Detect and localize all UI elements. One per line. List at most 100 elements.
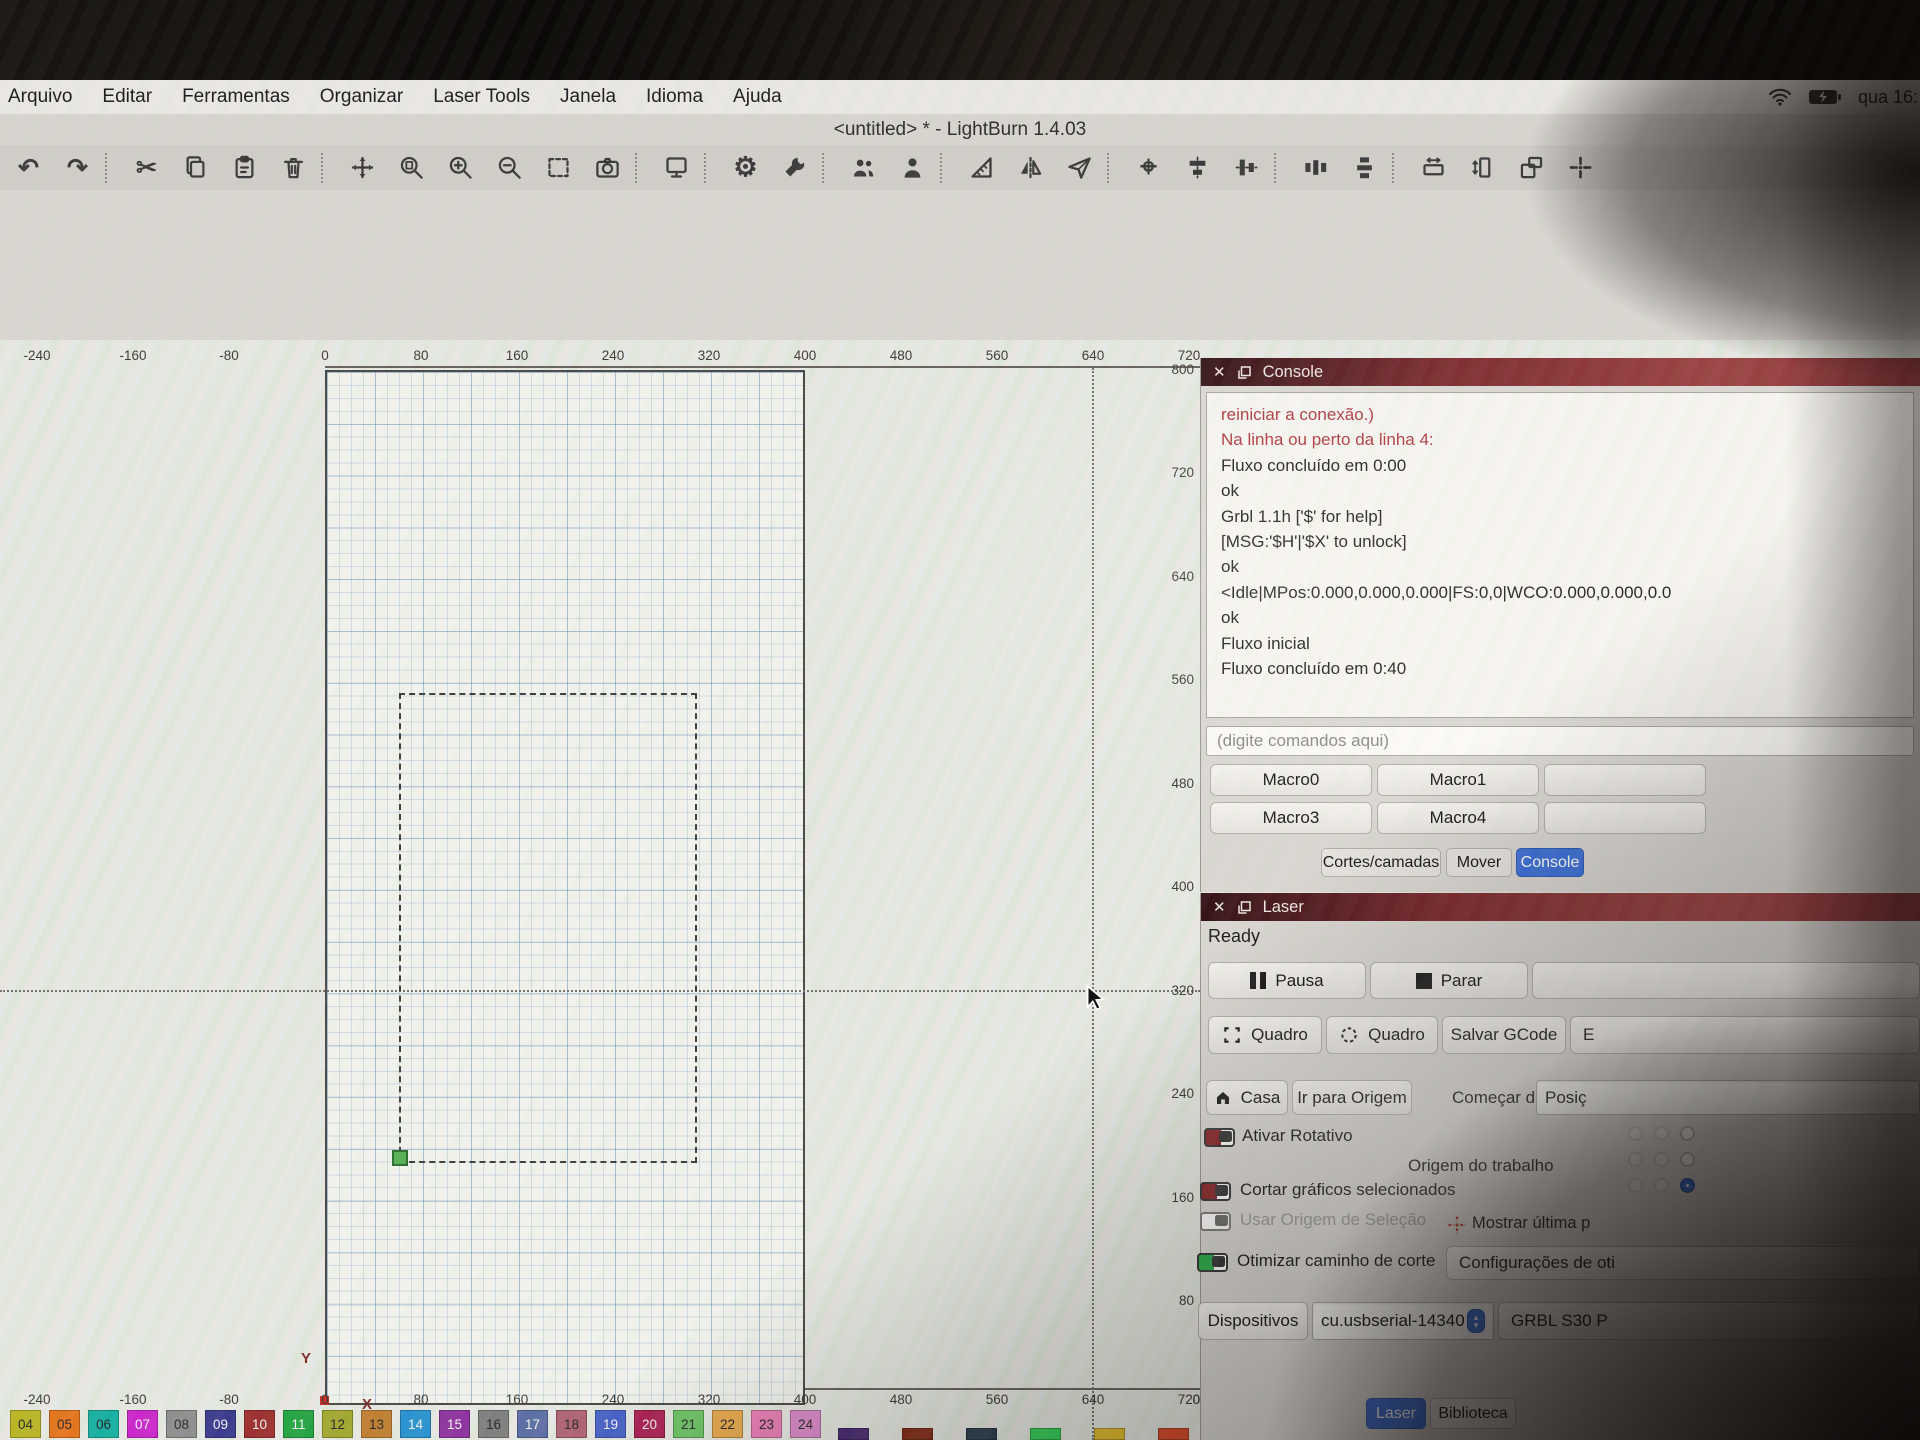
device-port-stepper[interactable]: ▴▾ [1467,1309,1485,1333]
tab-biblioteca[interactable]: Biblioteca [1430,1398,1516,1429]
close-icon[interactable]: ✕ [1213,365,1226,380]
job-origin-radio[interactable] [1628,1152,1643,1167]
job-origin-radio[interactable] [1654,1152,1669,1167]
match-size-icon[interactable] [1507,148,1556,188]
macro1-button[interactable]: Macro1 [1377,764,1539,796]
menu-arquivo[interactable]: Arquivo [8,86,72,108]
job-origin-radio[interactable] [1680,1126,1695,1141]
palette-swatch[interactable]: 05 [49,1410,80,1438]
macro4-button[interactable]: Macro4 [1377,802,1539,834]
palette-swatch[interactable]: 14 [400,1410,431,1438]
home-button[interactable]: Casa [1206,1080,1288,1115]
show-last-position-label[interactable]: Mostrar última p [1472,1214,1590,1233]
palette-swatch[interactable]: 17 [517,1410,548,1438]
job-origin-radio[interactable] [1680,1152,1695,1167]
close-icon[interactable]: ✕ [1213,900,1226,915]
tab-console[interactable]: Console [1516,848,1584,877]
frame-selection-icon[interactable] [534,148,583,188]
position-target-icon[interactable]: ⌖ [1124,148,1173,188]
menu-idioma[interactable]: Idioma [646,86,703,108]
pan-icon[interactable] [338,148,387,188]
frame-circle-button[interactable]: Quadro [1326,1016,1438,1054]
console-command-input[interactable] [1206,726,1914,756]
palette-swatch[interactable]: 12 [322,1410,353,1438]
optimization-settings-button[interactable]: Configurações de oti [1446,1246,1920,1280]
use-selection-origin-toggle[interactable] [1200,1212,1231,1231]
send-icon[interactable] [1055,148,1104,188]
measure-icon[interactable] [957,148,1006,188]
palette-swatch[interactable]: 08 [166,1410,197,1438]
start-button[interactable] [1532,962,1920,999]
zoom-out-icon[interactable] [485,148,534,188]
menu-ferramentas[interactable]: Ferramentas [182,86,290,108]
menu-organizar[interactable]: Organizar [320,86,403,108]
tab-mover[interactable]: Mover [1446,848,1512,877]
palette-swatch[interactable] [1094,1428,1125,1440]
monitor-icon[interactable] [652,148,701,188]
team-icon[interactable] [839,148,888,188]
device-settings-icon[interactable]: ⚙ [721,148,770,188]
match-height-icon[interactable] [1458,148,1507,188]
menu-janela[interactable]: Janela [560,86,616,108]
palette-swatch[interactable]: 11 [283,1410,314,1438]
job-origin-radio[interactable] [1680,1178,1695,1193]
paste-icon[interactable] [220,148,269,188]
palette-swatch[interactable] [1030,1428,1061,1440]
move-to-position-icon[interactable] [1556,148,1605,188]
start-from-select[interactable]: Posiç [1536,1080,1920,1115]
rotary-toggle[interactable] [1204,1128,1235,1147]
selection-origin-handle[interactable] [392,1150,408,1166]
zoom-in-icon[interactable] [436,148,485,188]
macro0-button[interactable]: Macro0 [1210,764,1372,796]
devices-button[interactable]: Dispositivos [1198,1302,1308,1340]
job-origin-radio[interactable] [1654,1178,1669,1193]
palette-swatch[interactable] [838,1428,869,1440]
cut-selected-toggle[interactable] [1200,1182,1231,1201]
detach-icon[interactable] [1238,366,1251,379]
palette-swatch[interactable]: 22 [712,1410,743,1438]
console-output[interactable]: reiniciar a conexão.)Na linha ou perto d… [1206,392,1914,718]
align-horizontal-icon[interactable] [1173,148,1222,188]
macro3-button[interactable]: Macro3 [1210,802,1372,834]
send-button[interactable]: E [1570,1016,1920,1054]
palette-swatch[interactable]: 18 [556,1410,587,1438]
job-origin-radio[interactable] [1628,1178,1643,1193]
go-to-origin-button[interactable]: Ir para Origem [1292,1080,1412,1115]
palette-swatch[interactable]: 16 [478,1410,509,1438]
palette-swatch[interactable]: 15 [439,1410,470,1438]
menu-editar[interactable]: Editar [102,86,152,108]
zoom-fit-icon[interactable] [387,148,436,188]
redo-icon[interactable]: ↷ [53,148,102,188]
palette-swatch[interactable] [1158,1428,1189,1440]
palette-swatch[interactable]: 09 [205,1410,236,1438]
palette-swatch[interactable]: 21 [673,1410,704,1438]
palette-swatch[interactable]: 19 [595,1410,626,1438]
palette-swatch[interactable]: 07 [127,1410,158,1438]
camera-icon[interactable] [583,148,632,188]
selection-rectangle[interactable] [399,693,697,1163]
optimize-path-toggle[interactable] [1197,1253,1228,1272]
pause-button[interactable]: Pausa [1208,962,1366,999]
job-origin-radio[interactable] [1628,1126,1643,1141]
palette-swatch[interactable]: 20 [634,1410,665,1438]
align-vertical-icon[interactable] [1222,148,1271,188]
tab-cortes-camadas[interactable]: Cortes/camadas [1321,848,1441,877]
mirror-horizontal-icon[interactable] [1006,148,1055,188]
device-port-select[interactable]: cu.usbserial-14340 ▴▾ [1312,1302,1494,1340]
cut-icon[interactable]: ✂ [122,148,171,188]
palette-swatch[interactable]: 04 [10,1410,41,1438]
device-name-button[interactable]: GRBL S30 P [1498,1302,1920,1340]
menu-ajuda[interactable]: Ajuda [733,86,782,108]
distribute-horizontal-icon[interactable] [1291,148,1340,188]
match-width-icon[interactable] [1409,148,1458,188]
macro2-button[interactable] [1544,764,1706,796]
frame-rect-button[interactable]: Quadro [1208,1016,1322,1054]
stop-button[interactable]: Parar [1370,962,1528,999]
tab-laser[interactable]: Laser [1366,1398,1426,1429]
palette-swatch[interactable]: 23 [751,1410,782,1438]
save-gcode-button[interactable]: Salvar GCode [1442,1016,1566,1054]
detach-icon[interactable] [1238,901,1251,914]
copy-icon[interactable] [171,148,220,188]
palette-swatch[interactable]: 13 [361,1410,392,1438]
palette-swatch[interactable] [902,1428,933,1440]
